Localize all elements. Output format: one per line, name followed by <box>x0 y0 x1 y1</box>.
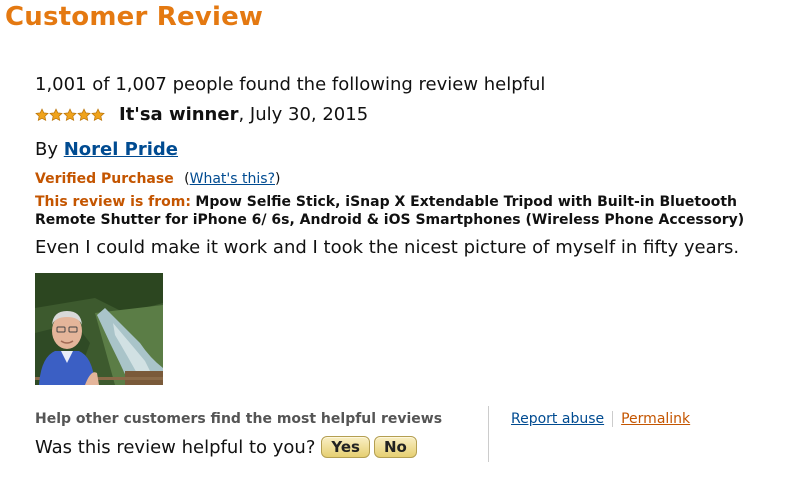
product-line: This review is from: Mpow Selfie Stick, … <box>35 193 775 229</box>
review-headline: It'sa winner , July 30, 2015 <box>35 104 368 125</box>
author-link[interactable]: Norel Pride <box>64 139 178 160</box>
no-button[interactable]: No <box>373 436 417 458</box>
star-rating <box>35 107 105 122</box>
vertical-divider <box>488 406 489 462</box>
verified-purchase-label: Verified Purchase <box>35 171 174 187</box>
review-photo[interactable] <box>35 273 163 385</box>
yes-button[interactable]: Yes <box>321 436 370 458</box>
helpful-question: Was this review helpful to you? <box>35 436 316 458</box>
helpful-count: 1,001 of 1,007 people found the followin… <box>35 74 546 95</box>
star-icon <box>35 107 49 122</box>
star-icon <box>77 107 91 122</box>
byline: By Norel Pride <box>35 139 178 160</box>
whats-this-close: ) <box>275 171 281 187</box>
review-photo-image <box>35 273 163 385</box>
link-separator <box>612 411 614 427</box>
permalink-link[interactable]: Permalink <box>621 411 690 427</box>
helpful-vote-row: Was this review helpful to you? Yes No <box>35 436 421 458</box>
verified-row: Verified Purchase (What's this?) <box>35 171 280 187</box>
review-body: Even I could make it work and I took the… <box>35 237 740 258</box>
review-from-label: This review is from: <box>35 194 191 210</box>
star-icon <box>49 107 63 122</box>
star-icon <box>63 107 77 122</box>
review-title: It'sa winner <box>119 104 239 125</box>
whats-this-link[interactable]: What's this? <box>190 171 275 187</box>
by-label: By <box>35 139 64 160</box>
report-abuse-link[interactable]: Report abuse <box>511 411 604 427</box>
star-icon <box>91 107 105 122</box>
review-actions: Report abuse Permalink <box>511 411 690 427</box>
help-prompt: Help other customers find the most helpf… <box>35 411 443 427</box>
page-title: Customer Review <box>5 2 264 32</box>
review-date: , July 30, 2015 <box>238 104 369 125</box>
